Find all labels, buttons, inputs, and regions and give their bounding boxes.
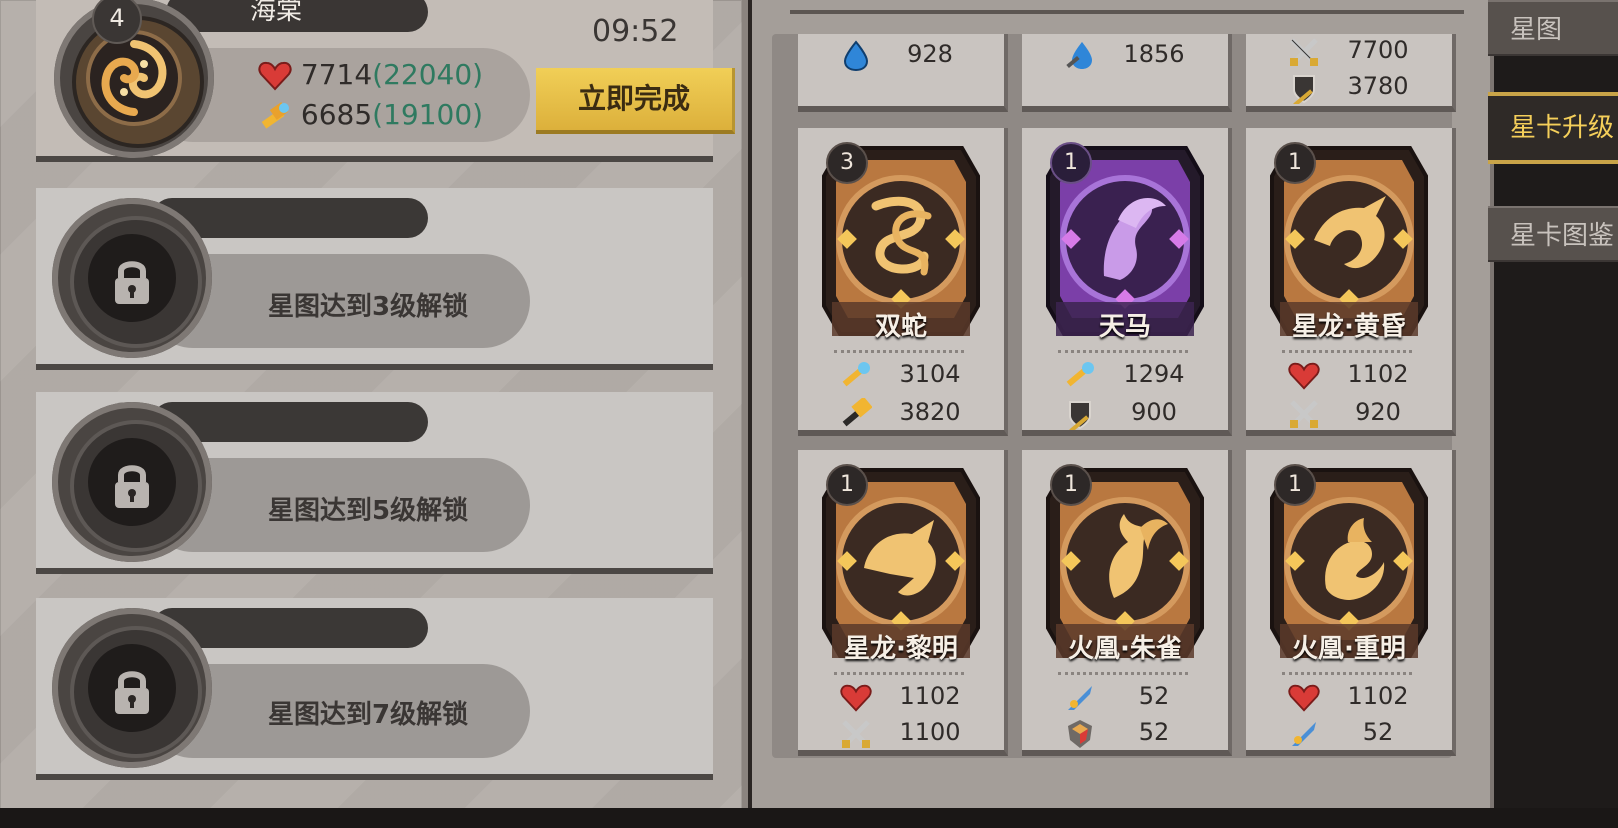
hp-bonus: (22040) [372, 58, 484, 91]
hammer-icon [258, 101, 292, 131]
crossed-swords-icon [840, 718, 872, 750]
card-stat: 920 [1282, 396, 1432, 430]
card-stat: 1294 [1058, 358, 1208, 392]
card-level-badge: 3 [826, 142, 868, 184]
atk-value: 6685 [300, 98, 373, 131]
finish-now-button[interactable]: 立即完成 [536, 68, 735, 134]
atk-stat: 6685(19100) [258, 98, 483, 131]
unlock-requirement: 星图达到5级解锁 [268, 496, 469, 526]
card-name: 天马 [1098, 312, 1151, 342]
card-name: 火凰·朱雀 [1068, 634, 1182, 664]
card-stat: 3104 [834, 358, 984, 392]
water-sword-icon [1064, 40, 1096, 72]
card-level-badge: 1 [1050, 464, 1092, 506]
crossed-swords-icon [1288, 398, 1320, 430]
heart-icon [840, 682, 872, 714]
card-level-badge: 1 [1274, 464, 1316, 506]
dawn-dragon-card-art: 1 星龙·黎明 [820, 458, 982, 666]
star-card[interactable]: 928 [798, 34, 1008, 112]
card-name: 星龙·黄昏 [1292, 312, 1406, 342]
star-card[interactable]: 7700 3780 [1246, 34, 1456, 112]
card-stat: 1102 [834, 680, 984, 714]
crystal-shield-icon [1064, 718, 1096, 750]
card-name: 火凰·重明 [1292, 634, 1406, 664]
heart-icon [1288, 682, 1320, 714]
card-stat: 52 [1282, 716, 1432, 750]
shield-sword-icon [1064, 398, 1096, 433]
pegasus-card-art: 1 天马 [1044, 136, 1206, 344]
star-card[interactable]: 1 星龙·黄昏 1102 920 [1246, 128, 1456, 436]
hammer-icon [840, 360, 872, 392]
heart-icon [258, 61, 292, 91]
locked-slot-2: 星图达到5级解锁 [36, 392, 713, 574]
tab-star-card-upgrade[interactable]: 星卡升级 [1488, 92, 1618, 164]
card-stat: 900 [1058, 396, 1208, 433]
hp-value: 7714 [300, 58, 373, 91]
unlock-requirement: 星图达到3级解锁 [268, 292, 469, 322]
phoenix-vermilion-card-art: 1 火凰·朱雀 [1044, 458, 1206, 666]
heart-icon [1288, 360, 1320, 392]
star-card[interactable]: 3 双蛇 3104 3820 [798, 128, 1008, 436]
card-level-badge: 1 [1274, 142, 1316, 184]
unlock-requirement: 星图达到7级解锁 [268, 700, 469, 730]
bottom-frame [0, 808, 1618, 828]
star-card[interactable]: 1856 [1022, 34, 1232, 112]
lock-icon [107, 460, 157, 510]
card-stat: 3820 [834, 396, 984, 430]
card-level-badge: 1 [1050, 142, 1092, 184]
gold-hammer-icon [840, 396, 873, 430]
lock-icon [107, 666, 157, 716]
shield-sword-icon [1288, 72, 1320, 107]
hp-stat: 7714(22040) [258, 58, 483, 91]
atk-bonus: (19100) [372, 98, 484, 131]
card-stat: 3780 [1282, 70, 1432, 107]
twin-snake-card-art: 3 双蛇 [820, 136, 982, 344]
task-timer: 09:52 [592, 14, 679, 49]
card-level-badge: 1 [826, 464, 868, 506]
active-task-slot: 4 海棠 7714(22040) 6685(19100) 09:52 立即完成 [36, 0, 735, 162]
rocket-sword-icon [1288, 718, 1320, 750]
hammer-icon [1064, 360, 1096, 392]
card-stat: 7700 [1282, 34, 1432, 68]
card-name: 星龙·黎明 [844, 634, 958, 664]
locked-slot-3: 星图达到7级解锁 [36, 598, 713, 780]
tab-star-map[interactable]: 星图 [1488, 0, 1618, 56]
star-card[interactable]: 1 火凰·重明 1102 52 [1246, 450, 1456, 756]
star-card[interactable]: 1 天马 1294 900 [1022, 128, 1232, 436]
card-stat: 52 [1058, 716, 1208, 750]
locked-slot-1: 星图达到3级解锁 [36, 188, 713, 370]
hero-name: 海棠 [250, 0, 303, 26]
card-stat: 1102 [1282, 358, 1432, 392]
card-stat: 1100 [834, 716, 984, 750]
top-divider [790, 10, 1464, 14]
star-card[interactable]: 1 星龙·黎明 1102 1100 [798, 450, 1008, 756]
lock-icon [107, 256, 157, 306]
phoenix-chongming-card-art: 1 火凰·重明 [1268, 458, 1430, 666]
card-stat: 1856 [1058, 38, 1208, 72]
card-stat: 1102 [1282, 680, 1432, 714]
koi-emblem-icon [86, 30, 182, 126]
rocket-sword-icon [1064, 682, 1096, 714]
star-card[interactable]: 1 火凰·朱雀 52 52 [1022, 450, 1232, 756]
card-stat: 928 [834, 38, 984, 72]
tab-star-card-collection[interactable]: 星卡图鉴 [1488, 206, 1618, 262]
task-panel: 4 海棠 7714(22040) 6685(19100) 09:52 立即完成 … [0, 0, 748, 810]
card-stat: 52 [1058, 680, 1208, 714]
crossed-swords-icon [1288, 36, 1320, 68]
card-name: 双蛇 [874, 312, 927, 342]
water-drop-icon [840, 40, 872, 72]
dusk-dragon-card-art: 1 星龙·黄昏 [1268, 136, 1430, 344]
